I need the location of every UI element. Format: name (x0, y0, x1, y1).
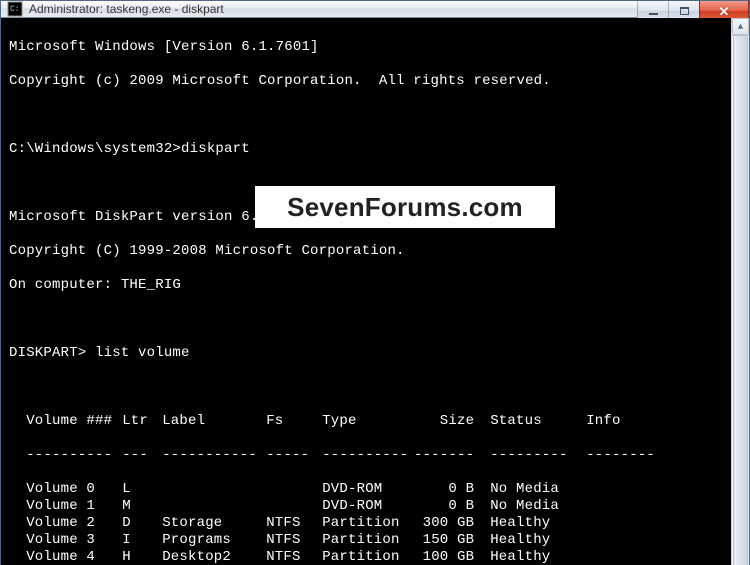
table-row: Volume 1M DVD-ROM0 BNo Media (9, 498, 723, 515)
table-row: Volume 0L DVD-ROM0 BNo Media (9, 481, 723, 498)
console-line: On computer: THE_RIG (9, 277, 723, 294)
maximize-icon (680, 7, 689, 15)
console-line (9, 311, 723, 328)
cell-volume: Volume 1 (26, 498, 122, 515)
cmd-icon: C: (7, 1, 23, 17)
cell-size: 100 GB (410, 549, 474, 565)
scroll-thumb[interactable] (733, 35, 748, 565)
window-title: Administrator: taskeng.exe - diskpart (29, 2, 224, 16)
cell-type: Partition (322, 532, 410, 549)
table-row: Volume 3IProgramsNTFSPartition150 GBHeal… (9, 532, 723, 549)
cell-ltr: I (122, 532, 162, 549)
vertical-scrollbar[interactable]: ▲ ▼ (731, 18, 749, 565)
cell-fs: NTFS (266, 549, 322, 565)
console-line (9, 379, 723, 396)
scroll-track[interactable] (732, 35, 749, 565)
table-header: Volume ###LtrLabelFsTypeSizeStatusInfo (9, 413, 723, 430)
cell-volume: Volume 4 (26, 549, 122, 565)
cell-size: 0 B (410, 481, 474, 498)
console-line: Microsoft Windows [Version 6.1.7601] (9, 39, 723, 56)
minimize-icon (649, 13, 658, 15)
cell-status: Healthy (474, 549, 570, 565)
cell-ltr: L (122, 481, 162, 498)
console-line (9, 107, 723, 124)
cell-size: 0 B (410, 498, 474, 515)
table-row: Volume 2DStorageNTFSPartition300 GBHealt… (9, 515, 723, 532)
console-line: Copyright (c) 2009 Microsoft Corporation… (9, 73, 723, 90)
cell-fs: NTFS (266, 515, 322, 532)
cell-volume: Volume 0 (26, 481, 122, 498)
cell-size: 300 GB (410, 515, 474, 532)
cell-label: Desktop2 (162, 549, 266, 565)
cell-ltr: H (122, 549, 162, 565)
table-row: Volume 4HDesktop2NTFSPartition100 GBHeal… (9, 549, 723, 565)
command-prompt-window: C: Administrator: taskeng.exe - diskpart… (0, 0, 750, 565)
cell-status: Healthy (474, 532, 570, 549)
cell-fs: NTFS (266, 532, 322, 549)
cell-type: DVD-ROM (322, 498, 410, 515)
console-line: Copyright (C) 1999-2008 Microsoft Corpor… (9, 243, 723, 260)
cell-ltr: D (122, 515, 162, 532)
cell-volume: Volume 2 (26, 515, 122, 532)
cell-label: Programs (162, 532, 266, 549)
cell-type: Partition (322, 515, 410, 532)
cell-status: Healthy (474, 515, 570, 532)
client-area: Microsoft Windows [Version 6.1.7601] Cop… (1, 18, 749, 565)
cell-volume: Volume 3 (26, 532, 122, 549)
console-line: DISKPART> list volume (9, 345, 723, 362)
cell-ltr: M (122, 498, 162, 515)
cell-type: Partition (322, 549, 410, 565)
console-line: C:\Windows\system32>diskpart (9, 141, 723, 158)
cell-type: DVD-ROM (322, 481, 410, 498)
cell-status: No Media (474, 481, 570, 498)
cell-status: No Media (474, 498, 570, 515)
titlebar[interactable]: C: Administrator: taskeng.exe - diskpart… (1, 1, 749, 18)
table-divider: ----------------------------------------… (9, 447, 723, 464)
cell-label: Storage (162, 515, 266, 532)
console-output[interactable]: Microsoft Windows [Version 6.1.7601] Cop… (1, 18, 731, 565)
cell-size: 150 GB (410, 532, 474, 549)
scroll-up-button[interactable]: ▲ (732, 18, 749, 35)
svg-text:C:: C: (10, 5, 20, 14)
watermark-overlay: SevenForums.com (255, 186, 555, 228)
close-icon: ✕ (719, 5, 730, 18)
